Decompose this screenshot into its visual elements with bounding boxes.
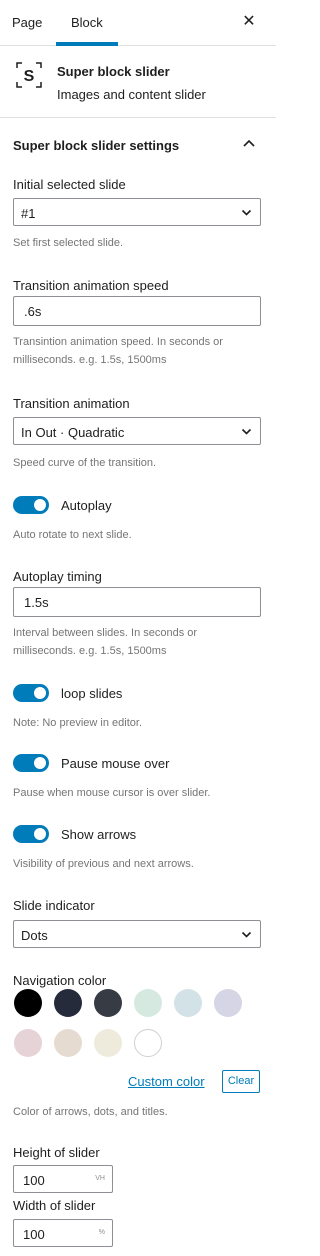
speed-label: Transition animation speed (13, 278, 169, 293)
loop-help: Note: No preview in editor. (13, 717, 143, 729)
block-description: Images and content slider (57, 87, 206, 102)
width-value: 100 (23, 1227, 45, 1242)
toggle-knob (34, 687, 46, 699)
clear-button[interactable]: Clear (222, 1070, 260, 1093)
color-swatch[interactable] (54, 989, 82, 1017)
animation-value: In Out · Quadratic (21, 425, 125, 440)
panel-title: Super block slider settings (13, 138, 180, 153)
autoplay-label: Autoplay (61, 498, 112, 513)
settings-panel-header[interactable]: Super block slider settings (0, 118, 276, 172)
width-label: Width of slider (13, 1198, 96, 1213)
loop-toggle[interactable] (13, 684, 49, 702)
autoplay-help: Auto rotate to next slide. (13, 529, 132, 541)
custom-color-link[interactable]: Custom color (128, 1074, 205, 1089)
toggle-knob (34, 499, 46, 511)
autoplay-timing-help: Interval between slides. In seconds or m… (13, 627, 198, 657)
indicator-label: Slide indicator (13, 898, 95, 913)
color-swatch[interactable] (174, 989, 202, 1017)
autoplay-toggle[interactable] (13, 496, 49, 514)
initial-slide-select[interactable]: #1 (13, 198, 261, 226)
block-card: S Super block slider Images and content … (0, 46, 276, 118)
animation-select[interactable]: In Out · Quadratic (13, 417, 261, 445)
color-swatch[interactable] (134, 989, 162, 1017)
slider-block-icon: S (16, 62, 42, 88)
nav-color-help: Color of arrows, dots, and titles. (13, 1106, 168, 1118)
initial-slide-label: Initial selected slide (13, 177, 126, 192)
initial-slide-help: Set first selected slide. (13, 237, 124, 249)
chevron-down-icon (241, 209, 252, 216)
width-unit: % (98, 1229, 105, 1236)
pause-toggle[interactable] (13, 754, 49, 772)
autoplay-timing-label: Autoplay timing (13, 569, 102, 584)
height-unit: VH (95, 1175, 105, 1182)
block-title: Super block slider (57, 64, 170, 79)
chevron-down-icon (241, 931, 252, 938)
pause-label: Pause mouse over (61, 756, 170, 771)
chevron-down-icon (241, 428, 252, 435)
height-label: Height of slider (13, 1145, 100, 1160)
color-swatch[interactable] (94, 1029, 122, 1057)
indicator-select[interactable]: Dots (13, 920, 261, 948)
nav-color-label: Navigation color (13, 973, 107, 988)
color-swatch[interactable] (134, 1029, 162, 1057)
arrows-toggle[interactable] (13, 825, 49, 843)
arrows-label: Show arrows (61, 827, 137, 842)
height-input[interactable]: 100 VH (13, 1165, 113, 1193)
toggle-knob (34, 757, 46, 769)
initial-slide-value: #1 (21, 206, 36, 221)
tab-block[interactable]: Block (71, 0, 103, 46)
color-swatch[interactable] (14, 1029, 42, 1057)
animation-label: Transition animation (13, 396, 130, 411)
loop-label: loop slides (61, 686, 123, 701)
speed-input[interactable] (13, 296, 261, 326)
toggle-knob (34, 828, 46, 840)
sidebar-tabs: Page Block ✕ (0, 0, 276, 46)
close-icon[interactable]: ✕ (241, 13, 257, 31)
width-input[interactable]: 100 % (13, 1219, 113, 1247)
color-swatch[interactable] (54, 1029, 82, 1057)
tab-page[interactable]: Page (12, 0, 42, 46)
color-swatch[interactable] (214, 989, 242, 1017)
color-swatch[interactable] (14, 989, 42, 1017)
animation-help: Speed curve of the transition. (13, 457, 157, 469)
color-swatch[interactable] (94, 989, 122, 1017)
speed-help: Transintion animation speed. In seconds … (13, 336, 223, 366)
chevron-up-icon (243, 139, 255, 147)
pause-help: Pause when mouse cursor is over slider. (13, 787, 211, 799)
height-value: 100 (23, 1173, 45, 1188)
indicator-value: Dots (21, 928, 48, 943)
svg-text:S: S (24, 68, 35, 85)
autoplay-timing-input[interactable] (13, 587, 261, 617)
arrows-help: Visibility of previous and next arrows. (13, 858, 194, 870)
